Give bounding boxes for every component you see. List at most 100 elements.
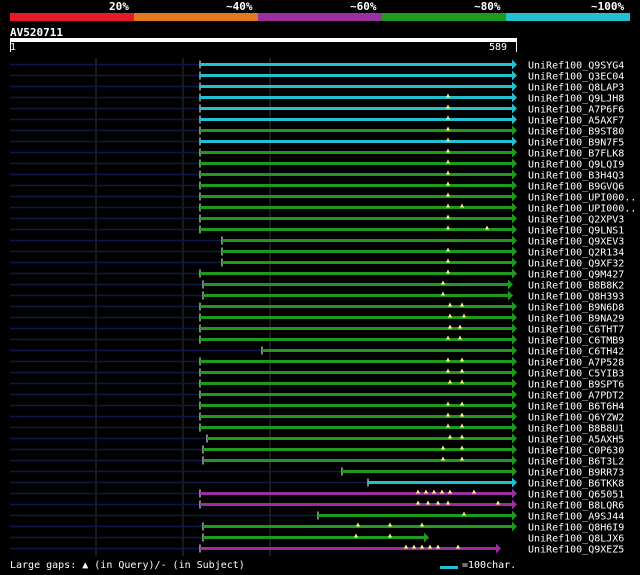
query-gap-marker xyxy=(446,137,450,142)
hit-label[interactable]: UniRef100_A7PDT2 xyxy=(528,391,624,402)
hit-label[interactable]: UniRef100_A7P6F6 xyxy=(528,105,624,116)
hit-label[interactable]: UniRef100_Q9XF32 xyxy=(528,259,624,270)
hit-arrowhead xyxy=(512,92,517,103)
query-gap-marker xyxy=(426,500,430,505)
hit-label[interactable]: UniRef100_Q9LJH8 xyxy=(528,94,624,105)
hit-arrowhead xyxy=(512,367,517,378)
query-gap-marker xyxy=(446,225,450,230)
hit-arrowhead xyxy=(512,411,517,422)
hit-arrowhead xyxy=(512,488,517,499)
query-gap-marker xyxy=(448,379,452,384)
hit-label[interactable]: UniRef100_Q8LJX6 xyxy=(528,534,624,545)
query-gap-marker xyxy=(485,225,489,230)
hit-arrowhead xyxy=(512,59,517,70)
hit-label[interactable]: UniRef100_B9SPT6 xyxy=(528,380,624,391)
hit-label[interactable]: UniRef100_A5AXF7 xyxy=(528,116,624,127)
hit-label[interactable]: UniRef100_Q9LQI9 xyxy=(528,160,624,171)
query-gap-marker xyxy=(460,401,464,406)
hit-arrowhead xyxy=(512,268,517,279)
query-gap-marker xyxy=(460,368,464,373)
query-gap-marker xyxy=(456,544,460,549)
hit-label[interactable]: UniRef100_Q2R134 xyxy=(528,248,624,259)
hit-label[interactable]: UniRef100_Q2XPV3 xyxy=(528,215,624,226)
hit-label[interactable]: UniRef100_UPI000.. xyxy=(528,204,636,215)
query-gap-marker xyxy=(446,126,450,131)
hit-label[interactable]: UniRef100_UPI000.. xyxy=(528,193,636,204)
hit-label[interactable]: UniRef100_C6TMB9 xyxy=(528,336,624,347)
hit-arrowhead xyxy=(512,169,517,180)
hit-label[interactable]: UniRef100_B6TKK8 xyxy=(528,479,624,490)
hit-label[interactable]: UniRef100_Q8LAP3 xyxy=(528,83,624,94)
query-gap-marker xyxy=(446,115,450,120)
hit-arrowhead xyxy=(512,125,517,136)
hit-arrowhead xyxy=(512,136,517,147)
hit-label[interactable]: UniRef100_B8LQR6 xyxy=(528,501,624,512)
hit-label[interactable]: UniRef100_B9N6D8 xyxy=(528,303,624,314)
hit-arrowhead xyxy=(508,290,513,301)
hit-label[interactable]: UniRef100_Q9XEV3 xyxy=(528,237,624,248)
query-gap-marker xyxy=(404,544,408,549)
hit-label[interactable]: UniRef100_B6T3L2 xyxy=(528,457,624,468)
hit-label[interactable]: UniRef100_Q9M427 xyxy=(528,270,624,281)
hit-label[interactable]: UniRef100_Q65051 xyxy=(528,490,624,501)
scale-bar xyxy=(440,566,458,569)
hit-arrowhead xyxy=(512,301,517,312)
query-gap-marker xyxy=(446,159,450,164)
query-gap-marker xyxy=(448,302,452,307)
hit-arrowhead xyxy=(512,477,517,488)
hit-arrowhead xyxy=(512,521,517,532)
hit-arrowhead xyxy=(512,455,517,466)
hit-label[interactable]: UniRef100_A9SJ44 xyxy=(528,512,624,523)
hit-label[interactable]: UniRef100_Q9XEZ5 xyxy=(528,545,624,556)
query-gap-marker xyxy=(446,170,450,175)
hit-label[interactable]: UniRef100_B9GVQ6 xyxy=(528,182,624,193)
hit-label[interactable]: UniRef100_C0P630 xyxy=(528,446,624,457)
hit-label[interactable]: UniRef100_Q9SYG4 xyxy=(528,61,624,72)
hit-label[interactable]: UniRef100_C6THT7 xyxy=(528,325,624,336)
hit-arrowhead xyxy=(496,543,501,554)
hit-label[interactable]: UniRef100_B7FLK8 xyxy=(528,149,624,160)
hit-arrowhead xyxy=(512,81,517,92)
hit-label[interactable]: UniRef100_Q8H393 xyxy=(528,292,624,303)
query-gap-marker xyxy=(388,533,392,538)
hit-arrowhead xyxy=(512,147,517,158)
hit-arrowhead xyxy=(512,191,517,202)
query-gap-marker xyxy=(446,335,450,340)
query-gap-marker xyxy=(446,401,450,406)
hit-label[interactable]: UniRef100_C6TH42 xyxy=(528,347,624,358)
query-gap-marker xyxy=(448,324,452,329)
query-gap-marker xyxy=(436,500,440,505)
query-gap-marker xyxy=(460,434,464,439)
hit-arrowhead xyxy=(512,356,517,367)
hit-arrowhead xyxy=(512,433,517,444)
query-gap-marker xyxy=(460,203,464,208)
hit-label[interactable]: UniRef100_B6T6H4 xyxy=(528,402,624,413)
hit-arrowhead xyxy=(512,213,517,224)
hit-label[interactable]: UniRef100_Q3EC04 xyxy=(528,72,624,83)
query-gap-marker xyxy=(448,489,452,494)
hit-label[interactable]: UniRef100_C5YIB3 xyxy=(528,369,624,380)
query-gap-marker xyxy=(424,489,428,494)
hit-arrowhead xyxy=(512,70,517,81)
hit-label[interactable]: UniRef100_Q8H6I9 xyxy=(528,523,624,534)
hit-label[interactable]: UniRef100_A7P528 xyxy=(528,358,624,369)
hit-label[interactable]: UniRef100_B3H4Q3 xyxy=(528,171,624,182)
query-gap-marker xyxy=(428,544,432,549)
hit-label[interactable]: UniRef100_B9N7F5 xyxy=(528,138,624,149)
query-gap-marker xyxy=(446,93,450,98)
query-gap-marker xyxy=(460,456,464,461)
hit-label[interactable]: UniRef100_B9ST80 xyxy=(528,127,624,138)
hit-arrowhead xyxy=(512,202,517,213)
hit-label[interactable]: UniRef100_B9RR73 xyxy=(528,468,624,479)
hit-label[interactable]: UniRef100_A5AXH5 xyxy=(528,435,624,446)
query-gap-marker xyxy=(446,423,450,428)
hit-arrowhead xyxy=(512,510,517,521)
hit-label[interactable]: UniRef100_Q9LNS1 xyxy=(528,226,624,237)
hit-label[interactable]: UniRef100_Q6YZW2 xyxy=(528,413,624,424)
query-gap-marker xyxy=(412,544,416,549)
query-gap-marker xyxy=(432,489,436,494)
hit-arrowhead xyxy=(512,499,517,510)
hit-label[interactable]: UniRef100_B8B8U1 xyxy=(528,424,624,435)
hit-label[interactable]: UniRef100_B9NA29 xyxy=(528,314,624,325)
hit-label[interactable]: UniRef100_B8B8K2 xyxy=(528,281,624,292)
